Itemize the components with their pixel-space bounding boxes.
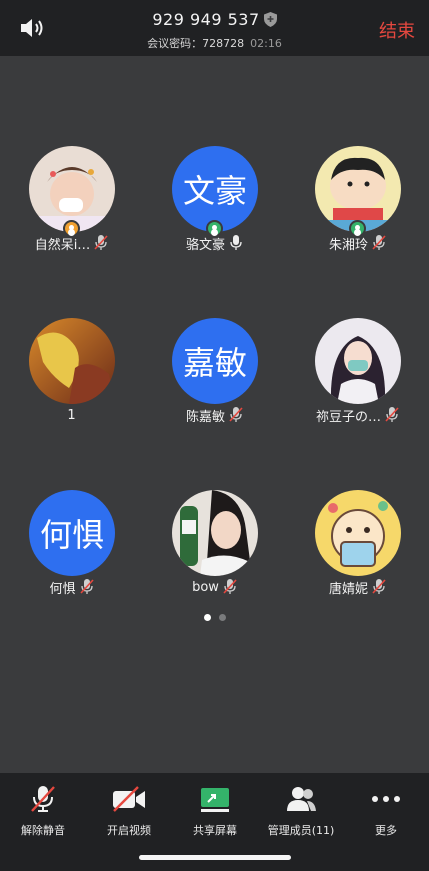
meeting-id[interactable]: 929 949 537 bbox=[0, 10, 429, 29]
mic-muted-icon bbox=[223, 579, 237, 594]
page-indicator[interactable] bbox=[0, 614, 429, 621]
unmute-label: 解除静音 bbox=[21, 824, 65, 837]
members-icon bbox=[287, 787, 316, 811]
participant-tile[interactable]: 自然呆i… bbox=[0, 146, 143, 276]
participant-name: 自然呆i… bbox=[34, 237, 91, 253]
participant-avatar bbox=[172, 490, 258, 576]
participant-avatar bbox=[29, 318, 115, 404]
shield-icon bbox=[263, 12, 277, 27]
participant-tile[interactable]: 嘉敏 陈嘉敏 bbox=[143, 318, 286, 448]
manage-members-label: 管理成员(11) bbox=[267, 824, 335, 837]
participant-tile[interactable]: 祢豆子の… bbox=[286, 318, 429, 448]
more-icon bbox=[372, 796, 400, 802]
mic-icon bbox=[230, 235, 242, 250]
share-screen-button[interactable]: 共享屏幕 bbox=[172, 781, 258, 837]
unmute-button[interactable]: 解除静音 bbox=[0, 781, 86, 837]
mic-muted-icon bbox=[94, 235, 108, 250]
page-dot-active[interactable] bbox=[203, 614, 211, 621]
home-indicator[interactable] bbox=[139, 855, 291, 860]
more-button[interactable]: 更多 bbox=[343, 781, 429, 837]
mic-muted-icon bbox=[229, 407, 243, 422]
participant-name: 1 bbox=[67, 407, 76, 423]
mic-muted-icon bbox=[372, 235, 386, 250]
participant-tile[interactable]: 朱湘玲 bbox=[286, 146, 429, 276]
participant-tile[interactable]: 1 bbox=[0, 318, 143, 448]
participant-avatar: 何惧 bbox=[29, 490, 115, 576]
participant-name: 陈嘉敏 bbox=[185, 409, 225, 425]
participant-avatar: 嘉敏 bbox=[172, 318, 258, 404]
participant-name: 骆文豪 bbox=[185, 237, 225, 253]
mic-muted-icon bbox=[385, 407, 399, 422]
passcode-text: 会议密码：728728 bbox=[147, 37, 245, 50]
meeting-id-text: 929 949 537 bbox=[152, 10, 260, 29]
participant-avatar bbox=[315, 318, 401, 404]
mic-muted-icon bbox=[31, 786, 55, 812]
mic-muted-icon bbox=[79, 579, 94, 594]
participant-name: 何惧 bbox=[49, 581, 76, 597]
participant-avatar bbox=[315, 490, 401, 576]
participant-grid: 自然呆i… 文豪 骆文豪 朱湘玲 1 嘉敏 陈嘉敏 祢豆子の… 何惧 何惧 bo… bbox=[0, 56, 429, 772]
participant-tile[interactable]: 何惧 何惧 bbox=[0, 490, 143, 620]
participant-name: 祢豆子の… bbox=[315, 409, 381, 425]
page-dot[interactable] bbox=[218, 614, 226, 621]
more-label: 更多 bbox=[375, 824, 397, 837]
meeting-header: 929 949 537 会议密码：728728 02:16 结束 bbox=[0, 0, 429, 56]
meeting-timer: 02:16 bbox=[250, 37, 282, 50]
participant-name: 朱湘玲 bbox=[328, 237, 368, 253]
end-meeting-button[interactable]: 结束 bbox=[379, 17, 415, 43]
start-video-button[interactable]: 开启视频 bbox=[86, 781, 172, 837]
participant-tile[interactable]: 文豪 骆文豪 bbox=[143, 146, 286, 276]
video-off-icon bbox=[113, 786, 145, 812]
meeting-passcode: 会议密码：728728 02:16 bbox=[0, 35, 429, 51]
participant-name: bow bbox=[192, 579, 219, 595]
manage-members-button[interactable]: 管理成员(11) bbox=[258, 781, 344, 837]
participant-name: 唐婧妮 bbox=[328, 581, 368, 597]
start-video-label: 开启视频 bbox=[107, 824, 151, 837]
share-screen-label: 共享屏幕 bbox=[193, 824, 237, 837]
participant-tile[interactable]: bow bbox=[143, 490, 286, 620]
mic-muted-icon bbox=[372, 579, 386, 594]
participant-tile[interactable]: 唐婧妮 bbox=[286, 490, 429, 620]
share-screen-icon bbox=[201, 788, 229, 812]
